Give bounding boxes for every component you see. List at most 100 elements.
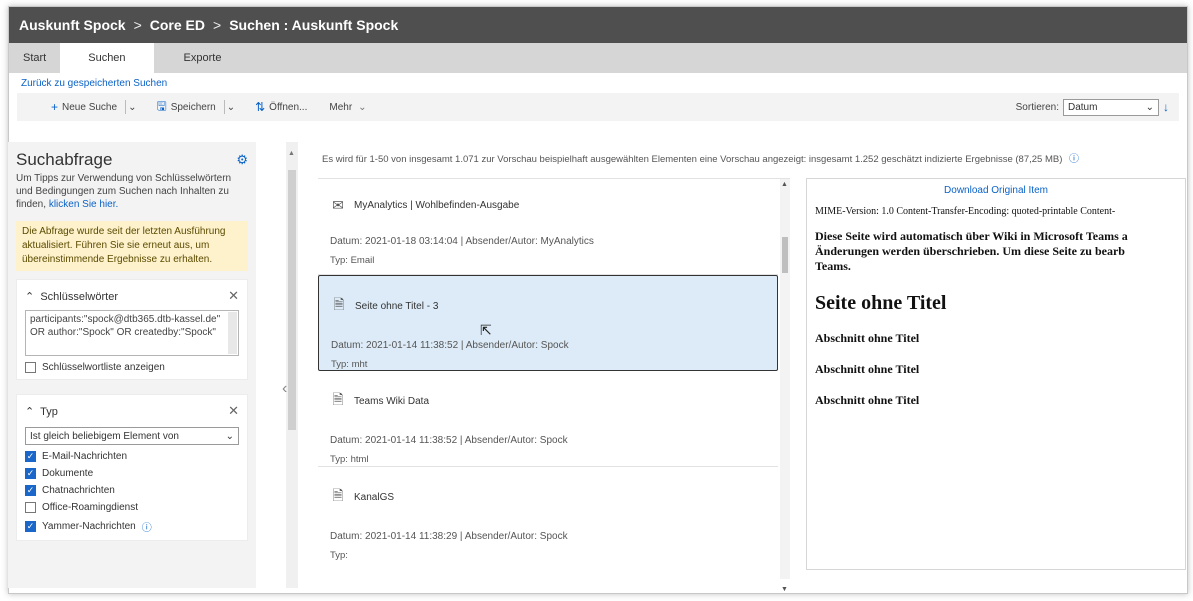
preview-section-heading: Abschnitt ohne Titel — [815, 393, 920, 407]
document-icon: 🗎 — [332, 391, 344, 407]
result-item[interactable]: 🗎 KanalGS Datum: 2021-01-14 11:38:29 | A… — [318, 467, 778, 563]
breadcrumb-item-2[interactable]: Core ED — [150, 17, 205, 33]
type-option-label: Office-Roamingdienst — [42, 502, 138, 513]
results-info-text: Es wird für 1-50 von insgesamt 1.071 zur… — [322, 154, 1063, 165]
result-title: Seite ohne Titel - 3 — [355, 300, 439, 312]
query-settings-icon[interactable]: ⚙ — [236, 152, 248, 168]
checkbox-checked-icon: ✓ — [25, 485, 36, 496]
type-option-label: Chatnachrichten — [42, 485, 115, 496]
checkbox-checked-icon: ✓ — [25, 451, 36, 462]
type-option[interactable]: Office-Roamingdienst — [25, 502, 239, 513]
warning-message: Die Abfrage wurde seit der letzten Ausfü… — [16, 221, 248, 271]
open-button[interactable]: ⇅ Öffnen... — [249, 100, 313, 114]
preview-notice-line: Diese Seite wird automatisch über Wiki i… — [815, 229, 1128, 243]
type-option[interactable]: ✓ Yammer-Nachrichten ⓘ — [25, 519, 239, 534]
breadcrumb: Auskunft Spock > Core ED > Suchen : Ausk… — [9, 7, 1187, 43]
mail-icon: ✉ — [332, 197, 344, 213]
query-panel-scrollbar[interactable]: ▲ — [286, 142, 298, 588]
type-option-label: Dokumente — [42, 468, 94, 479]
type-option[interactable]: ✓ Chatnachrichten — [25, 485, 239, 496]
collapse-panel-icon[interactable]: ‹ — [282, 380, 287, 398]
result-type: Typ: mht — [331, 359, 368, 370]
scroll-up-icon[interactable]: ▲ — [781, 181, 788, 188]
new-search-button[interactable]: + Neue Suche — [45, 100, 123, 114]
breadcrumb-item-1[interactable]: Auskunft Spock — [19, 17, 126, 33]
sort-select[interactable]: Datum ⌄ — [1063, 98, 1159, 116]
preview-section-heading: Abschnitt ohne Titel — [815, 331, 920, 345]
keywords-list-toggle-label: Schlüsselwortliste anzeigen — [42, 362, 165, 373]
open-label: Öffnen... — [269, 101, 308, 113]
type-option[interactable]: ✓ Dokumente — [25, 468, 239, 479]
breadcrumb-item-3: Suchen : Auskunft Spock — [229, 17, 399, 33]
checkbox-checked-icon: ✓ — [25, 521, 36, 532]
tab-suchen[interactable]: Suchen — [60, 43, 154, 73]
new-search-label: Neue Suche — [62, 101, 118, 113]
result-type: Typ: html — [330, 454, 369, 465]
checkbox-icon — [25, 362, 36, 373]
breadcrumb-separator: > — [133, 17, 142, 33]
more-label: Mehr — [329, 101, 353, 113]
download-original-link[interactable]: Download Original Item — [807, 185, 1185, 196]
result-item[interactable]: ✉ MyAnalytics | Wohlbefinden-Ausgabe Dat… — [318, 179, 778, 275]
results-scrollbar[interactable]: ▲ ▼ — [780, 179, 790, 593]
result-item-selected[interactable]: 🗎 Seite ohne Titel - 3 Datum: 2021-01-14… — [318, 275, 778, 371]
chevron-up-icon: ⌃ — [25, 405, 35, 418]
result-title: KanalGS — [354, 491, 395, 503]
tab-start[interactable]: Start — [9, 43, 60, 73]
type-title: Typ — [40, 405, 58, 418]
info-icon[interactable]: ⓘ — [1069, 154, 1079, 165]
query-panel-title: Suchabfrage — [16, 150, 113, 169]
sort-direction-icon[interactable]: ↓ — [1163, 100, 1169, 114]
preview-notice-line: Teams. — [815, 259, 851, 273]
tab-exporte[interactable]: Exporte — [154, 43, 252, 73]
save-dropdown-icon[interactable]: ⌄ — [227, 102, 235, 113]
keywords-list-toggle[interactable]: Schlüsselwortliste anzeigen — [25, 362, 239, 373]
scroll-up-icon[interactable]: ▲ — [288, 150, 295, 157]
type-operator-select[interactable]: Ist gleich beliebigem Element von ⌄ — [25, 427, 239, 445]
result-meta: Datum: 2021-01-18 03:14:04 | Absender/Au… — [330, 236, 594, 247]
more-button[interactable]: Mehr ⌄ — [323, 102, 372, 113]
result-type: Typ: Email — [330, 255, 375, 266]
preview-mime-header: MIME-Version: 1.0 Content-Transfer-Encod… — [815, 206, 1116, 217]
close-icon[interactable]: ✕ — [228, 288, 239, 304]
open-icon: ⇅ — [255, 100, 266, 114]
result-meta: Datum: 2021-01-14 11:38:52 | Absender/Au… — [330, 435, 568, 446]
type-collapse-toggle[interactable]: ⌃ Typ — [25, 405, 58, 418]
sort-label: Sortieren: — [1015, 101, 1059, 113]
results-info: Es wird für 1-50 von insgesamt 1.071 zur… — [322, 150, 1182, 165]
keywords-collapse-toggle[interactable]: ⌃ Schlüsselwörter — [25, 290, 118, 303]
checkbox-checked-icon: ✓ — [25, 468, 36, 479]
preview-section-heading: Abschnitt ohne Titel — [815, 362, 920, 376]
preview-notice-line: Änderungen werden überschrieben. Um dies… — [815, 244, 1125, 258]
preview-heading: Seite ohne Titel — [815, 292, 947, 314]
document-icon: 🗎 — [332, 487, 344, 503]
keywords-title: Schlüsselwörter — [40, 290, 118, 303]
query-panel-description: Um Tipps zur Verwendung von Schlüsselwör… — [16, 172, 248, 211]
result-title: Teams Wiki Data — [354, 395, 430, 407]
chevron-down-icon: ⌄ — [225, 430, 234, 442]
info-icon[interactable]: ⓘ — [142, 519, 152, 534]
type-option[interactable]: ✓ E-Mail-Nachrichten — [25, 451, 239, 462]
scrollbar-thumb[interactable] — [288, 170, 296, 430]
results-list: ✉ MyAnalytics | Wohlbefinden-Ausgabe Dat… — [318, 178, 790, 593]
keywords-textarea[interactable]: participants:"spock@dtb365.dtb-kassel.de… — [25, 310, 239, 356]
back-to-saved-searches-link[interactable]: Zurück zu gespeicherten Suchen — [9, 73, 1187, 93]
scrollbar-thumb[interactable] — [782, 237, 788, 273]
keywords-text: participants:"spock@dtb365.dtb-kassel.de… — [30, 314, 221, 338]
type-option-label: Yammer-Nachrichten — [42, 521, 136, 532]
new-search-dropdown-icon[interactable]: ⌄ — [128, 102, 136, 113]
help-link[interactable]: klicken Sie hier. — [49, 199, 118, 210]
scroll-down-icon[interactable]: ▼ — [781, 586, 788, 593]
save-button[interactable]: 🖫 Speichern — [150, 97, 221, 118]
sort-select-value: Datum — [1068, 101, 1098, 113]
tab-bar: Start Suchen Exporte — [9, 43, 1187, 73]
chevron-up-icon: ⌃ — [25, 290, 35, 303]
preview-pane: Download Original Item MIME-Version: 1.0… — [806, 178, 1186, 570]
result-item[interactable]: 🗎 Teams Wiki Data Datum: 2021-01-14 11:3… — [318, 371, 778, 467]
keywords-card: ⌃ Schlüsselwörter ✕ participants:"spock@… — [16, 279, 248, 380]
textarea-scrollbar[interactable] — [228, 312, 237, 354]
preview-notice: Diese Seite wird automatisch über Wiki i… — [815, 229, 1177, 274]
sort-control: Sortieren: Datum ⌄ ↓ — [1015, 98, 1179, 116]
chevron-down-icon: ⌄ — [1145, 101, 1154, 113]
close-icon[interactable]: ✕ — [228, 403, 239, 419]
